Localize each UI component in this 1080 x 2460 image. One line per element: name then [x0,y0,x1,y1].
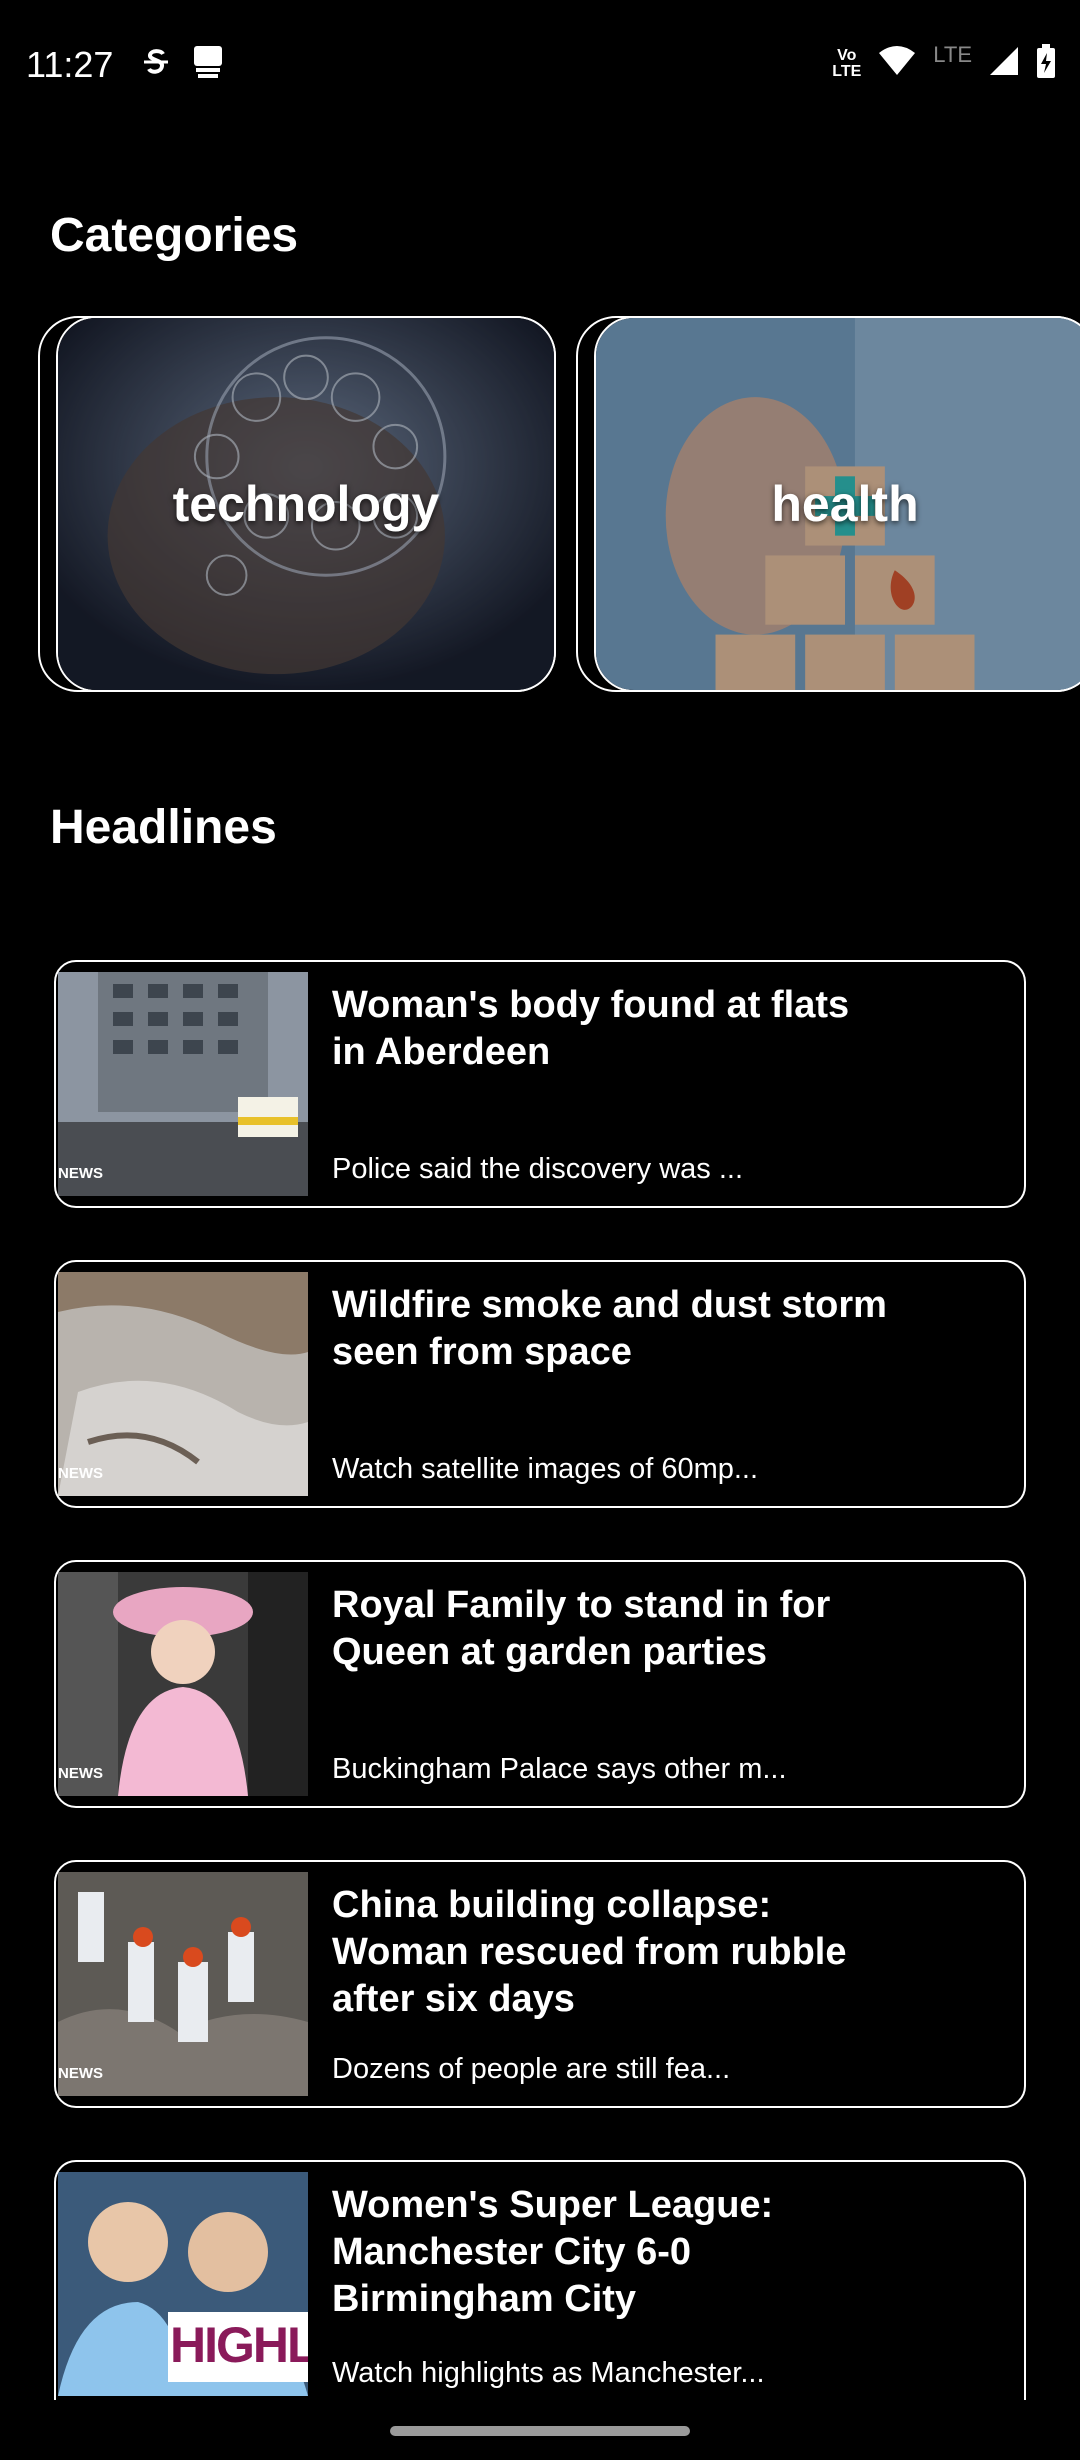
headline-card[interactable]: NEWS Royal Family to stand in for Queen … [54,1560,1026,1808]
thumbnail-tag: NEWS [58,1465,103,1482]
categories-title: Categories [50,209,299,262]
headline-description: Watch highlights as Manchester... [332,2357,765,2389]
headline-card[interactable]: NEWS China building collapse: Woman resc… [54,1860,1026,2108]
headline-description: Dozens of people are still fea... [332,2053,731,2085]
headline-title: Woman's body found at flats in Aberdeen [332,984,850,1073]
category-label: technology [172,476,440,532]
category-card-health[interactable]: health [576,316,1080,692]
lte-label: LTE [933,41,972,67]
signal-icon [988,45,1020,82]
headline-card[interactable]: HIGHLIG Women's Super League: Manchester… [54,2160,1026,2400]
navigation-handle[interactable] [390,2426,690,2436]
headline-thumbnail: HIGHLIG [58,2172,308,2396]
thumbnail-tag: NEWS [58,1765,103,1782]
volte-icon: Vo LTE [832,46,862,80]
headline-title: China building collapse: Woman rescued f… [332,1884,847,2020]
headline-card[interactable]: NEWS Wildfire smoke and dust storm seen … [54,1260,1026,1508]
status-time: 11:27 [26,44,114,85]
headline-description: Watch satellite images of 60mp... [332,1453,759,1485]
battery-charging-icon [1036,44,1056,83]
category-card-technology[interactable]: technology [38,316,556,692]
headline-title: Wildfire smoke and dust storm seen from … [332,1284,887,1373]
category-image-technology: technology [56,316,556,692]
headline-description: Buckingham Palace says other m... [332,1753,787,1785]
headline-thumbnail: NEWS [58,972,308,1196]
wifi-icon [877,45,917,82]
headline-thumbnail: NEWS [58,1272,308,1496]
thumbnail-tag: NEWS [58,1165,103,1182]
news-app-icon [190,44,226,80]
category-label: health [771,476,919,532]
headline-thumbnail: NEWS [58,1872,308,2096]
headline-thumbnail: NEWS [58,1572,308,1796]
headline-title: Women's Super League: Manchester City 6-… [332,2184,774,2320]
status-bar: 11:27 Vo LTE LTE [0,0,1080,130]
headlines-title: Headlines [50,801,277,854]
headline-card[interactable]: NEWS Woman's body found at flats in Aber… [54,960,1026,1208]
s-logo-icon [138,44,174,80]
headline-title: Royal Family to stand in for Queen at ga… [332,1584,831,1673]
status-icons: Vo LTE LTE [832,41,1056,83]
category-image-health: health [594,316,1080,692]
headline-description: Police said the discovery was ... [332,1153,744,1185]
thumbnail-tag: NEWS [58,2065,103,2082]
thumbnail-tag: HIGHLIG [170,2317,308,2373]
